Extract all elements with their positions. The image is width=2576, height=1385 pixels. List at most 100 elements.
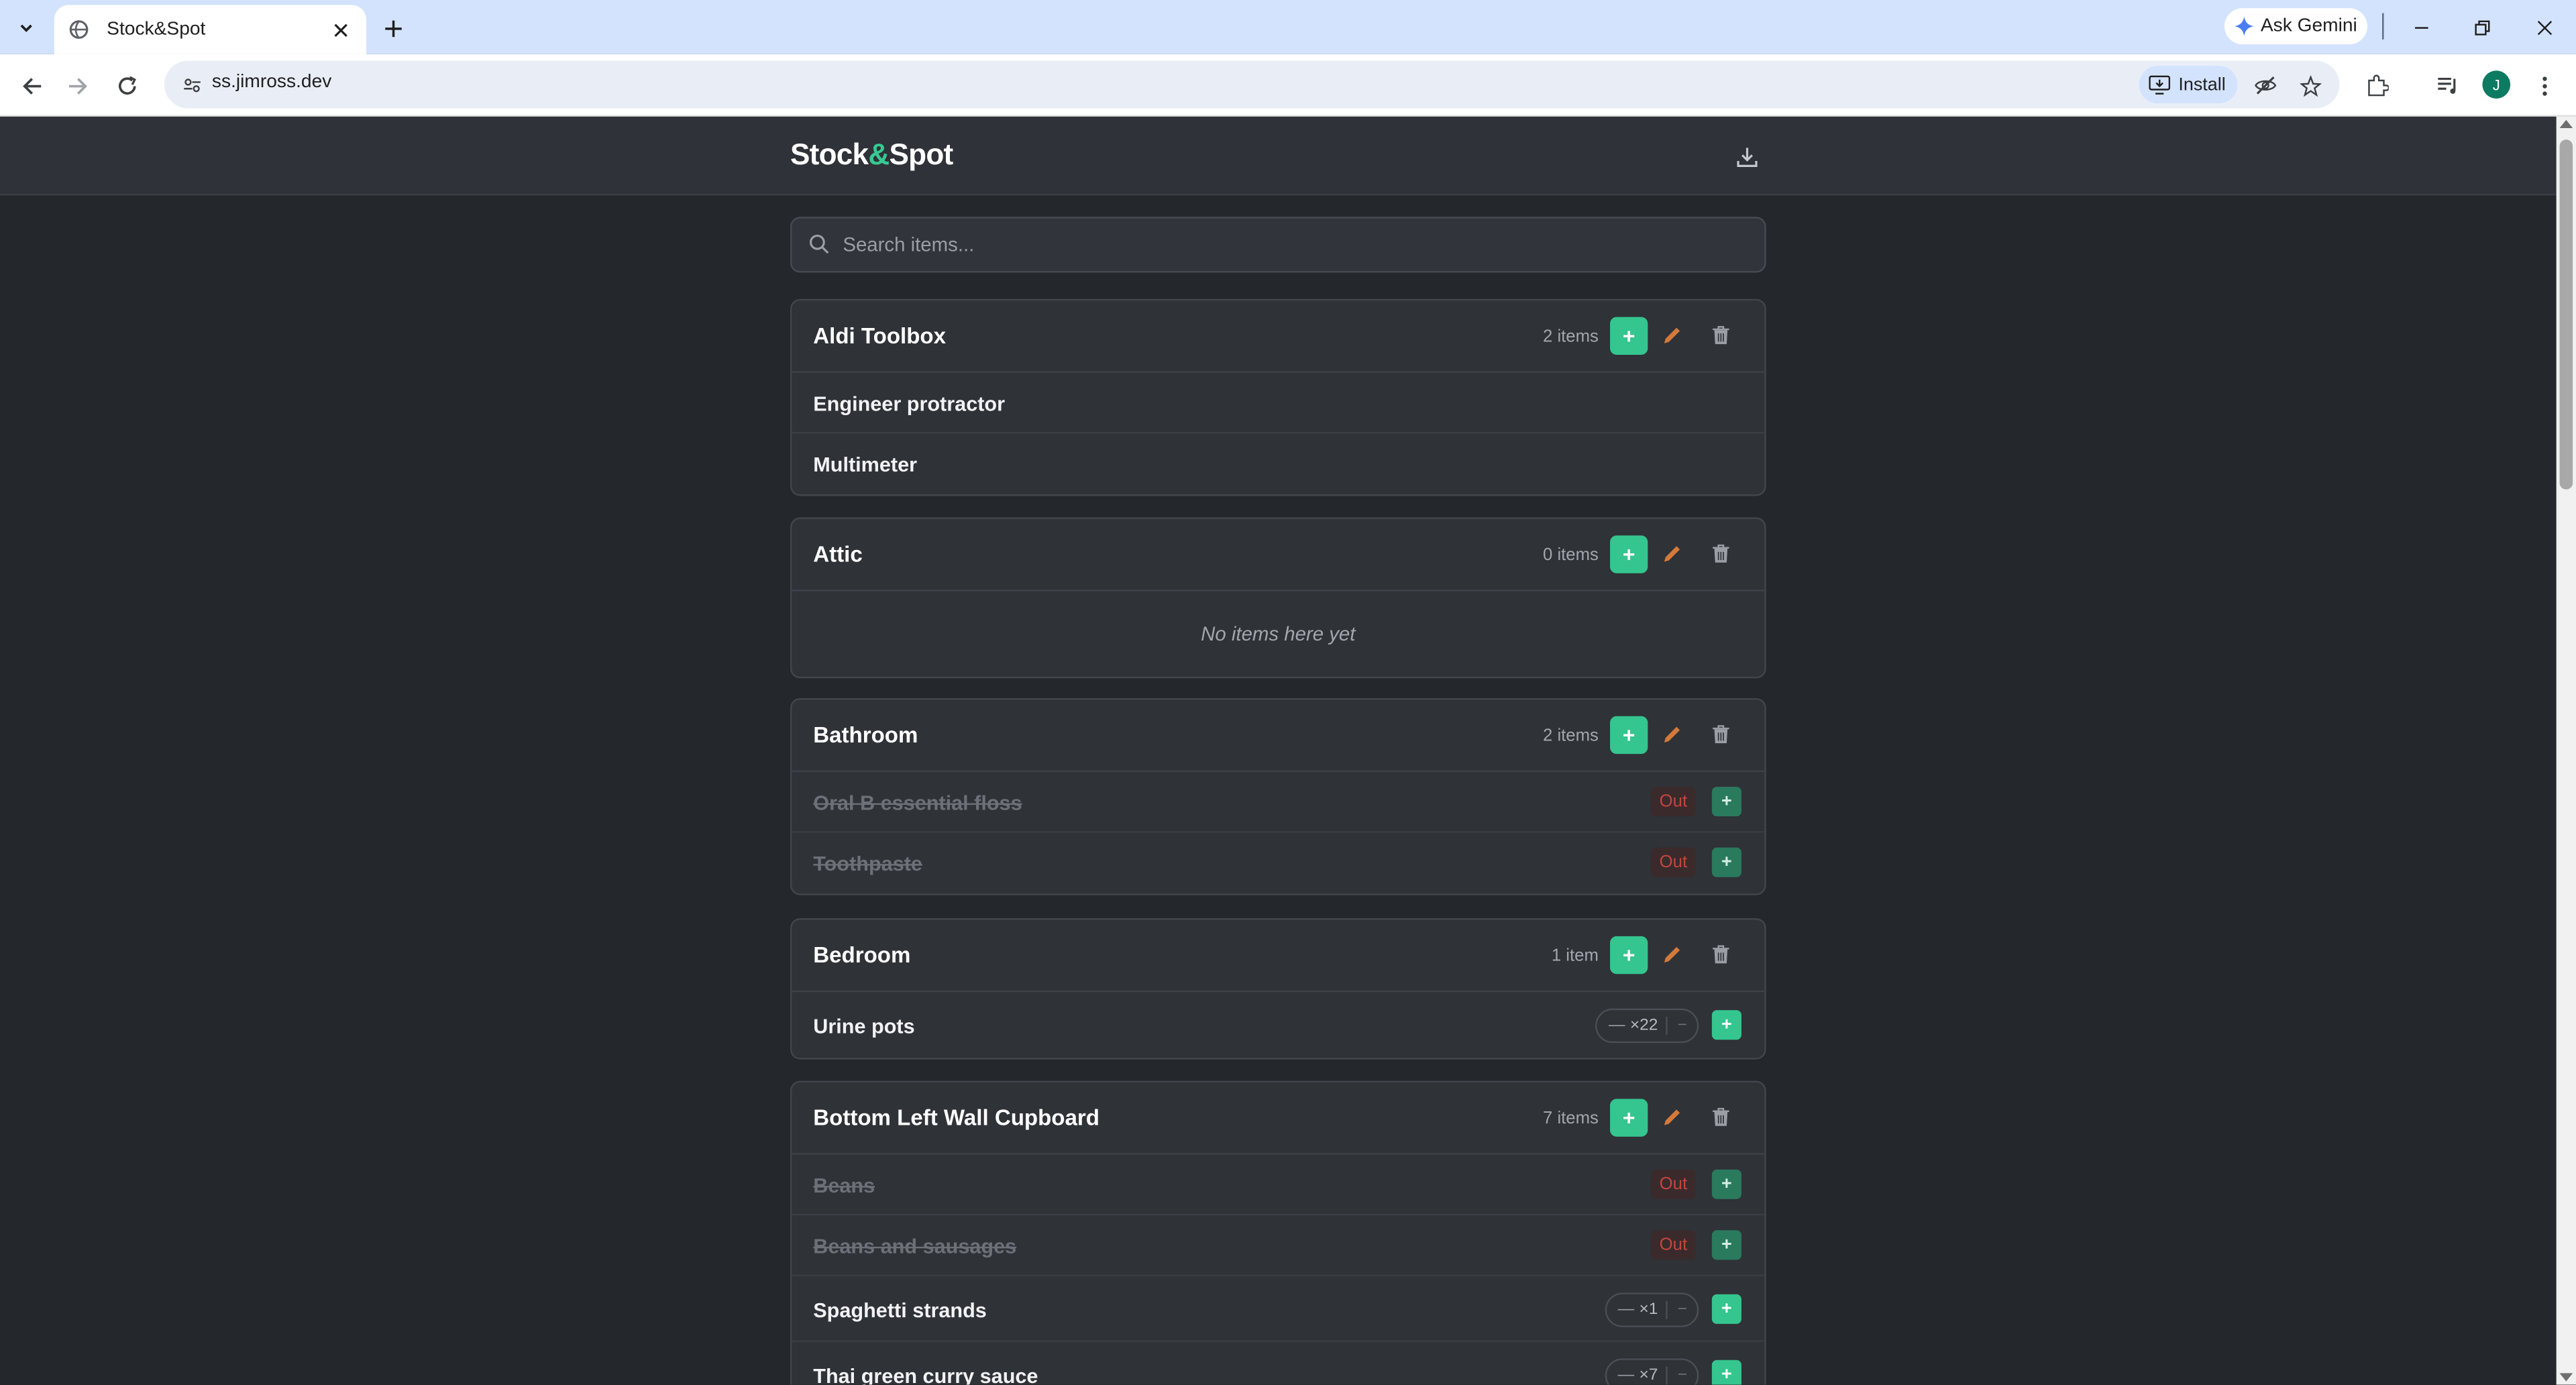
- qty-decrement-button[interactable]: −: [1666, 1016, 1697, 1035]
- location-header[interactable]: Bedroom 1 item +: [792, 920, 1765, 993]
- delete-trash-icon[interactable]: [1705, 321, 1735, 350]
- eye-slash-icon[interactable]: [2249, 69, 2282, 102]
- quantity-stepper[interactable]: — ×7 −: [1605, 1358, 1699, 1385]
- quantity-stepper[interactable]: — ×22 −: [1595, 1008, 1699, 1044]
- edit-pencil-icon[interactable]: [1658, 720, 1687, 749]
- extensions-icon[interactable]: [2359, 67, 2396, 103]
- download-icon[interactable]: [1730, 140, 1763, 172]
- browser-tab[interactable]: Stock&Spot: [54, 5, 367, 54]
- search-icon: [809, 234, 829, 254]
- media-controls-icon[interactable]: [2430, 67, 2466, 103]
- new-tab-icon[interactable]: [376, 11, 409, 44]
- page-scrollbar[interactable]: [2556, 116, 2576, 1385]
- install-icon: [2149, 74, 2171, 94]
- delete-trash-icon[interactable]: [1705, 720, 1735, 749]
- search-input[interactable]: [843, 218, 1747, 272]
- add-item-button[interactable]: +: [1610, 936, 1648, 975]
- close-window-icon[interactable]: [2528, 11, 2561, 44]
- ask-gemini-button[interactable]: Ask Gemini: [2224, 8, 2368, 45]
- logo-ampersand: &: [868, 137, 890, 171]
- list-item[interactable]: Multimeter: [792, 434, 1764, 495]
- ask-gemini-label: Ask Gemini: [2260, 16, 2357, 36]
- edit-pencil-icon[interactable]: [1658, 539, 1687, 568]
- qty-decrement-button[interactable]: −: [1666, 1300, 1697, 1319]
- item-count: 1 item: [1551, 946, 1599, 966]
- minimize-icon[interactable]: [2405, 11, 2438, 44]
- location-card: Bottom Left Wall Cupboard 7 items + Bean…: [790, 1081, 1766, 1385]
- qty-increment-button[interactable]: +: [1711, 1294, 1741, 1324]
- delete-trash-icon[interactable]: [1705, 940, 1735, 969]
- restore-icon[interactable]: [2466, 11, 2499, 44]
- list-item[interactable]: Beans Out +: [792, 1155, 1765, 1216]
- browser-toolbar: ss.jimross.dev Install: [0, 54, 2576, 117]
- location-title: Aldi Toolbox: [813, 323, 947, 349]
- bookmark-star-icon[interactable]: [2294, 69, 2326, 102]
- list-item[interactable]: Thai green curry sauce — ×7 − +: [792, 1342, 1764, 1385]
- location-header[interactable]: Aldi Toolbox 2 items +: [792, 300, 1765, 373]
- location-title: Bottom Left Wall Cupboard: [813, 1105, 1099, 1130]
- location-header[interactable]: Attic 0 items +: [792, 519, 1765, 592]
- qty-decrement-button[interactable]: −: [1666, 1366, 1697, 1385]
- location-header[interactable]: Bathroom 2 items +: [792, 700, 1765, 773]
- browser-tabstrip: Stock&Spot Ask Gemini: [0, 0, 2576, 54]
- forward-arrow-icon[interactable]: [59, 67, 95, 103]
- site-info-icon[interactable]: [174, 67, 209, 101]
- list-item[interactable]: Engineer protractor: [792, 373, 1765, 434]
- location-title: Bedroom: [813, 942, 911, 968]
- add-item-button[interactable]: +: [1610, 716, 1648, 755]
- tab-search-icon[interactable]: [10, 11, 43, 44]
- search-box: [790, 217, 1766, 273]
- out-of-stock-badge: Out: [1651, 1230, 1696, 1260]
- edit-pencil-icon[interactable]: [1658, 321, 1687, 350]
- item-count: 0 items: [1542, 545, 1599, 565]
- item-name: Toothpaste: [813, 852, 922, 876]
- qty-dash: —: [1617, 1300, 1635, 1319]
- restock-button[interactable]: +: [1711, 847, 1741, 877]
- scroll-down-arrow-icon[interactable]: [2559, 1373, 2573, 1382]
- tab-title: Stock&Spot: [107, 19, 206, 40]
- out-of-stock-badge: Out: [1651, 787, 1696, 817]
- item-name: Thai green curry sauce: [813, 1365, 1038, 1385]
- scrollbar-thumb[interactable]: [2559, 140, 2573, 490]
- scroll-up-arrow-icon[interactable]: [2559, 119, 2573, 129]
- url-text[interactable]: ss.jimross.dev: [212, 72, 331, 92]
- add-item-button[interactable]: +: [1610, 1099, 1648, 1137]
- delete-trash-icon[interactable]: [1705, 539, 1735, 568]
- delete-trash-icon[interactable]: [1705, 1102, 1735, 1131]
- qty-increment-button[interactable]: +: [1711, 1010, 1741, 1040]
- list-item[interactable]: Urine pots — ×22 − +: [792, 992, 1764, 1058]
- item-count: 2 items: [1542, 726, 1599, 746]
- browser-menu-icon[interactable]: [2527, 67, 2563, 103]
- address-bar[interactable]: ss.jimross.dev Install: [164, 60, 2340, 109]
- list-item[interactable]: Oral B essential floss Out +: [792, 772, 1765, 833]
- location-card: Bedroom 1 item + Urine pots — ×22 − +: [790, 918, 1766, 1060]
- quantity-stepper[interactable]: — ×1 −: [1605, 1292, 1699, 1327]
- add-item-button[interactable]: +: [1610, 317, 1648, 355]
- tab-close-icon[interactable]: [327, 16, 353, 42]
- list-item[interactable]: Toothpaste Out +: [792, 833, 1764, 894]
- logo-text-spot: Spot: [889, 137, 953, 171]
- qty-value: ×7: [1639, 1366, 1658, 1385]
- install-app-button[interactable]: Install: [2139, 65, 2238, 104]
- reload-icon[interactable]: [109, 67, 145, 103]
- restock-button[interactable]: +: [1711, 1169, 1741, 1199]
- restock-button[interactable]: +: [1711, 1230, 1741, 1260]
- list-item[interactable]: Beans and sausages Out +: [792, 1215, 1765, 1276]
- app-header: Stock&Spot: [0, 116, 2557, 196]
- edit-pencil-icon[interactable]: [1658, 1102, 1687, 1131]
- list-item[interactable]: Spaghetti strands — ×1 − +: [792, 1276, 1765, 1342]
- location-card: Aldi Toolbox 2 items + Engineer protract…: [790, 298, 1766, 496]
- qty-dash: —: [1617, 1366, 1635, 1385]
- edit-pencil-icon[interactable]: [1658, 940, 1687, 969]
- back-arrow-icon[interactable]: [13, 67, 50, 103]
- empty-state-text: No items here yet: [1201, 622, 1356, 646]
- profile-avatar[interactable]: J: [2482, 70, 2511, 99]
- restock-button[interactable]: +: [1711, 787, 1741, 817]
- out-of-stock-badge: Out: [1651, 1169, 1696, 1199]
- add-item-button[interactable]: +: [1610, 535, 1648, 573]
- logo-text-stock: Stock: [790, 137, 869, 171]
- location-header[interactable]: Bottom Left Wall Cupboard 7 items +: [792, 1083, 1765, 1155]
- app-logo[interactable]: Stock&Spot: [790, 138, 953, 172]
- item-name: Engineer protractor: [813, 392, 1006, 416]
- qty-increment-button[interactable]: +: [1711, 1360, 1741, 1385]
